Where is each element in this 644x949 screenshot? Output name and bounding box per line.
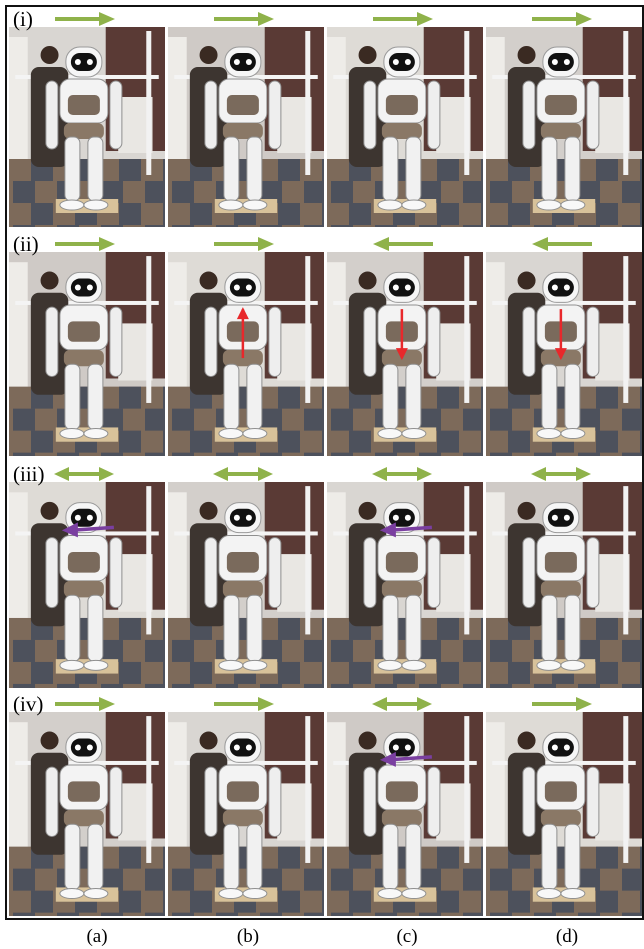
robot-photo — [9, 712, 165, 916]
row-label: (iv) — [13, 692, 44, 716]
double-arrow-icon — [54, 467, 114, 481]
right-arrow-icon — [532, 12, 592, 26]
photo-panel-iii-b — [168, 482, 324, 688]
column-label-a: (a) — [86, 926, 108, 947]
row-label: (iii) — [13, 462, 45, 486]
right-arrow-icon — [55, 237, 115, 251]
photo-panel-iii-c — [327, 482, 483, 688]
photo-panel-iv-d — [486, 712, 642, 916]
row-ii: (ii) — [7, 232, 644, 458]
robot-photo — [486, 27, 642, 227]
robot-photo — [168, 252, 324, 456]
robot-photo — [9, 482, 165, 688]
double-arrow-icon — [213, 467, 273, 481]
right-arrow-icon — [532, 697, 592, 711]
right-arrow-icon — [373, 12, 433, 26]
row-iv: (iv) — [7, 692, 644, 918]
right-arrow-icon — [55, 12, 115, 26]
photo-panel-ii-c — [327, 252, 483, 456]
row-label: (ii) — [13, 232, 39, 256]
robot-photo — [327, 482, 483, 688]
double-arrow-icon — [372, 697, 432, 711]
photo-panel-i-d — [486, 27, 642, 227]
column-label-d: (d) — [555, 926, 579, 947]
photo-panel-iii-a — [9, 482, 165, 688]
robot-photo — [327, 27, 483, 227]
photo-panel-i-a — [9, 27, 165, 227]
photo-panel-ii-d — [486, 252, 642, 456]
robot-photo — [9, 252, 165, 456]
robot-photo — [168, 712, 324, 916]
double-arrow-icon — [372, 467, 432, 481]
double-arrow-icon — [531, 467, 591, 481]
photo-panel-ii-a — [9, 252, 165, 456]
robot-photo — [486, 712, 642, 916]
robot-photo — [168, 482, 324, 688]
robot-photo — [327, 712, 483, 916]
robot-photo — [486, 482, 642, 688]
column-label-b: (b) — [236, 926, 260, 947]
robot-photo — [327, 252, 483, 456]
robot-photo — [168, 27, 324, 227]
row-i: (i) — [7, 7, 644, 229]
right-arrow-icon — [214, 697, 274, 711]
photo-panel-iv-a — [9, 712, 165, 916]
photo-panel-i-c — [327, 27, 483, 227]
column-label-c: (c) — [396, 926, 418, 947]
right-arrow-icon — [214, 12, 274, 26]
robot-figure: (i) (ii) (iii) (iv) (a) (b) (c) (d) — [0, 0, 644, 949]
right-arrow-icon — [55, 697, 115, 711]
photo-panel-iii-d — [486, 482, 642, 688]
photo-panel-i-b — [168, 27, 324, 227]
photo-panel-iv-b — [168, 712, 324, 916]
photo-panel-ii-b — [168, 252, 324, 456]
robot-photo — [486, 252, 642, 456]
row-iii: (iii) — [7, 462, 644, 690]
robot-photo — [9, 27, 165, 227]
figure-frame: (i) (ii) (iii) (iv) — [5, 5, 644, 920]
left-arrow-icon — [532, 237, 592, 251]
photo-panel-iv-c — [327, 712, 483, 916]
right-arrow-icon — [214, 237, 274, 251]
row-label: (i) — [13, 7, 33, 31]
left-arrow-icon — [373, 237, 433, 251]
